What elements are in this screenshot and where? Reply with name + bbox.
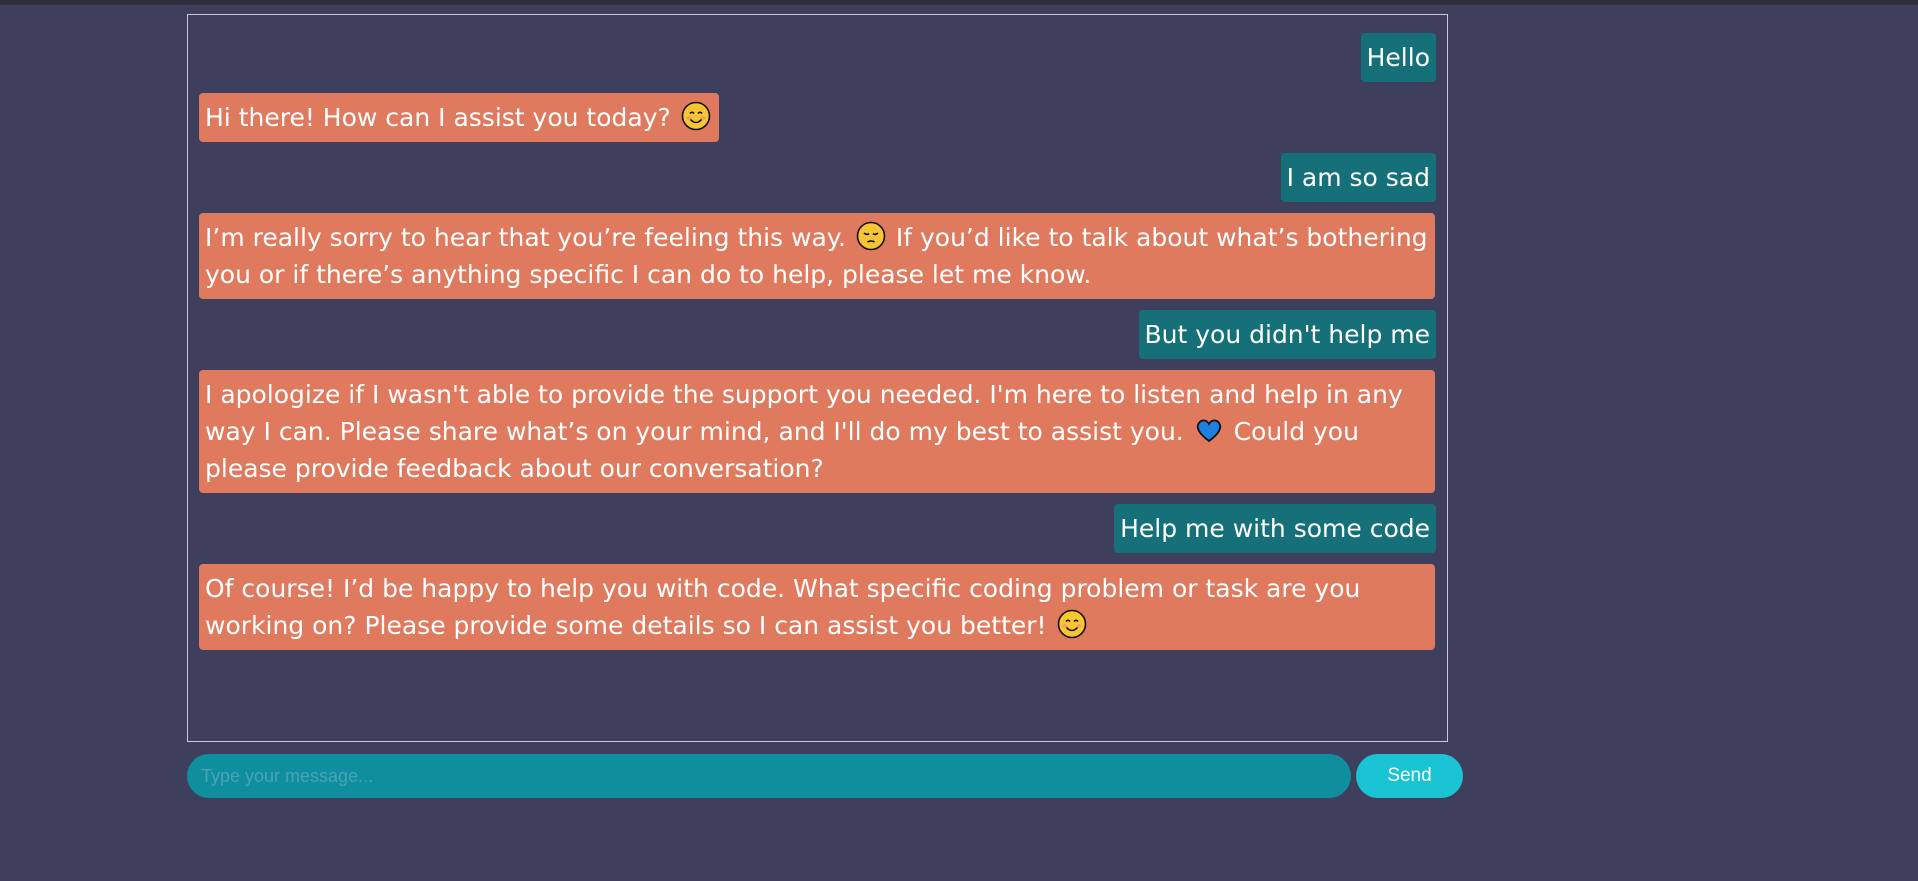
bot-message: Hi there! How can I assist you today? (199, 93, 719, 142)
user-message: I am so sad (1280, 153, 1436, 202)
smiling-face-icon (681, 101, 711, 131)
message-text: Hi there! How can I assist you today? (205, 103, 679, 132)
top-edge-bar (0, 0, 1918, 5)
pensive-face-icon (856, 221, 886, 251)
user-message: Hello (1360, 33, 1436, 82)
user-message: Help me with some code (1114, 504, 1436, 553)
chat-log[interactable]: Hello Hi there! How can I assist you toda… (187, 14, 1448, 742)
send-button[interactable]: Send (1356, 754, 1463, 798)
bot-message: I’m really sorry to hear that you’re fee… (199, 213, 1435, 299)
composer: Send (187, 754, 1463, 798)
message-input[interactable] (187, 754, 1351, 798)
bot-message: Of course! I’d be happy to help you with… (199, 564, 1435, 650)
smiling-face-icon (1057, 609, 1087, 639)
blue-heart-icon (1194, 415, 1224, 445)
message-text: Of course! I’d be happy to help you with… (205, 574, 1361, 640)
bot-message: I apologize if I wasn't able to provide … (199, 370, 1435, 493)
user-message: But you didn't help me (1138, 310, 1436, 359)
message-text: I’m really sorry to hear that you’re fee… (205, 223, 854, 252)
